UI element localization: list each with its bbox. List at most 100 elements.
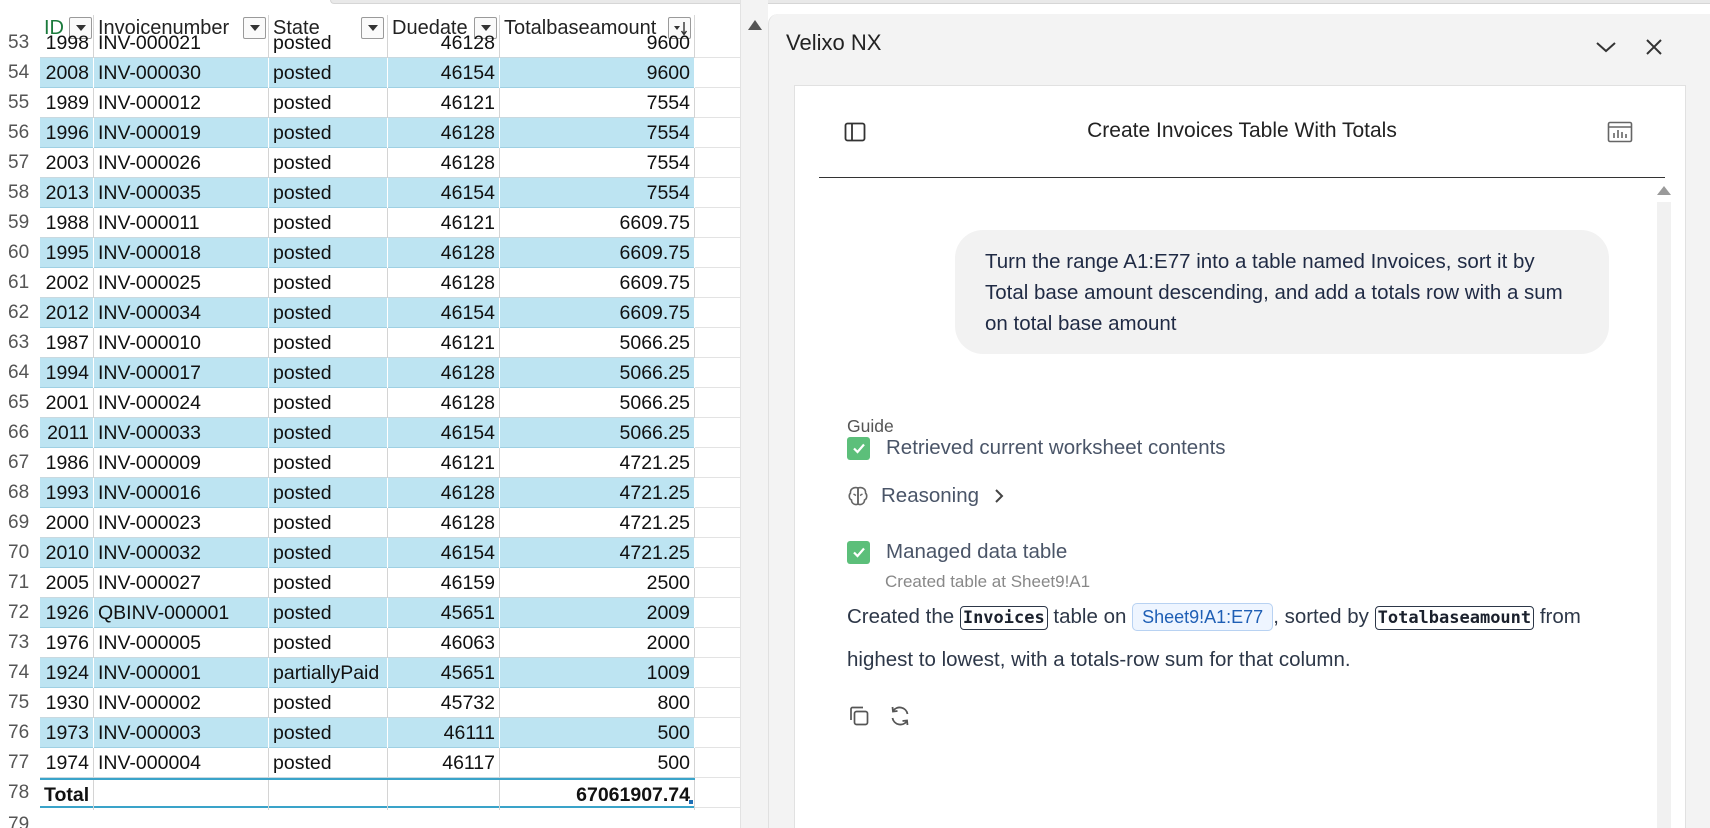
cell-state[interactable]: posted [269,118,388,148]
cell-id[interactable]: 2011 [40,418,94,448]
cell-invoicenumber[interactable]: QBINV-000001 [94,598,269,628]
cell-duedate[interactable]: 46117 [388,748,500,778]
row-number[interactable]: 72 [0,598,40,628]
cell-duedate[interactable] [388,780,500,810]
row-number[interactable]: 57 [0,148,40,178]
range-link-chip[interactable]: Sheet9!A1:E77 [1132,603,1274,631]
empty-cell[interactable] [695,718,740,748]
empty-cell[interactable] [695,358,740,388]
cell-state[interactable]: posted [269,358,388,388]
empty-cell[interactable] [695,478,740,508]
cell-state[interactable]: posted [269,418,388,448]
cell-id[interactable]: 2008 [40,58,94,88]
empty-cell[interactable] [695,748,740,778]
row-number[interactable]: 53 [0,28,40,58]
cell-state[interactable]: posted [269,298,388,328]
sheet-vertical-scrollbar[interactable] [740,0,768,828]
cell-id[interactable]: 1996 [40,118,94,148]
cell-totalbaseamount[interactable]: 5066.25 [500,388,695,418]
cell-duedate[interactable]: 46128 [388,28,500,58]
reasoning-toggle[interactable]: Reasoning [847,484,1005,508]
cell-totalbaseamount[interactable]: 9600 [500,28,695,58]
cell-id[interactable]: 1924 [40,658,94,688]
cell-invoicenumber[interactable]: INV-000011 [94,208,269,238]
cell-duedate[interactable]: 46154 [388,538,500,568]
cell-id[interactable]: 2010 [40,538,94,568]
cell-totalbaseamount[interactable]: 5066.25 [500,358,695,388]
row-number[interactable]: 71 [0,568,40,598]
empty-cell[interactable] [695,238,740,268]
row-number[interactable]: 77 [0,748,40,778]
row-number[interactable]: 62 [0,298,40,328]
empty-cell[interactable] [695,28,740,58]
empty-cell[interactable] [695,58,740,88]
empty-cell[interactable] [695,178,740,208]
empty-cell[interactable] [695,298,740,328]
cell-state[interactable]: posted [269,268,388,298]
cell-id[interactable]: 1976 [40,628,94,658]
cell-invoicenumber[interactable]: INV-000018 [94,238,269,268]
row-number[interactable]: 66 [0,418,40,448]
cell-totalbaseamount[interactable]: 7554 [500,118,695,148]
row-number[interactable]: 75 [0,688,40,718]
empty-cell[interactable] [695,208,740,238]
cell-totalbaseamount[interactable]: 7554 [500,88,695,118]
empty-cell[interactable] [695,88,740,118]
cell-id[interactable]: 1973 [40,718,94,748]
cell-invoicenumber[interactable]: INV-000027 [94,568,269,598]
row-number[interactable]: 58 [0,178,40,208]
cell-state[interactable]: posted [269,448,388,478]
cell-id[interactable]: 2005 [40,568,94,598]
cell-state[interactable]: posted [269,478,388,508]
row-number[interactable]: 70 [0,538,40,568]
cell-invoicenumber[interactable]: INV-000023 [94,508,269,538]
scrollbar-track[interactable] [1657,202,1671,828]
row-number[interactable]: 63 [0,328,40,358]
cell-totalbaseamount[interactable]: 6609.75 [500,268,695,298]
cell-invoicenumber[interactable]: INV-000021 [94,28,269,58]
empty-cell[interactable] [695,688,740,718]
cell-invoicenumber[interactable]: INV-000034 [94,298,269,328]
row-number[interactable]: 78 [0,778,40,808]
cell-invoicenumber[interactable]: INV-000004 [94,748,269,778]
cell-invoicenumber[interactable]: INV-000009 [94,448,269,478]
cell-invoicenumber[interactable]: INV-000003 [94,718,269,748]
empty-cell[interactable] [695,508,740,538]
cell-duedate[interactable]: 46128 [388,358,500,388]
cell-invoicenumber[interactable]: INV-000030 [94,58,269,88]
cell-state[interactable]: posted [269,388,388,418]
row-number[interactable]: 65 [0,388,40,418]
cell-totalbaseamount[interactable]: 2000 [500,628,695,658]
cell-state[interactable]: posted [269,598,388,628]
cell-duedate[interactable]: 46154 [388,178,500,208]
cell-invoicenumber[interactable]: INV-000025 [94,268,269,298]
cell-id[interactable]: 1993 [40,478,94,508]
report-button[interactable] [1607,120,1633,144]
cell-duedate[interactable]: 46154 [388,58,500,88]
sidebar-toggle-button[interactable] [843,120,867,144]
cell-id[interactable]: 2013 [40,178,94,208]
cell-duedate[interactable]: 46159 [388,568,500,598]
cell-totalbaseamount[interactable]: 500 [500,718,695,748]
cell-invoicenumber[interactable]: INV-000002 [94,688,269,718]
cell-state[interactable]: posted [269,58,388,88]
cell-id[interactable]: 1986 [40,448,94,478]
cell-invoicenumber[interactable]: INV-000016 [94,478,269,508]
cell-state[interactable]: posted [269,568,388,598]
regenerate-button[interactable] [888,704,912,728]
cell-totalbaseamount[interactable]: 4721.25 [500,448,695,478]
empty-cell[interactable] [695,268,740,298]
empty-cell[interactable] [695,328,740,358]
cell-id[interactable]: 1988 [40,208,94,238]
totals-label[interactable]: Total [40,780,94,810]
cell-invoicenumber[interactable]: INV-000010 [94,328,269,358]
cell-id[interactable]: 1989 [40,88,94,118]
cell-duedate[interactable]: 46128 [388,508,500,538]
scroll-up-arrow-icon[interactable] [1657,186,1671,195]
cell-duedate[interactable]: 46128 [388,148,500,178]
cell-state[interactable]: posted [269,208,388,238]
chat-scrollbar[interactable] [1657,182,1671,828]
row-number[interactable]: 76 [0,718,40,748]
cell-id[interactable]: 1987 [40,328,94,358]
cell-state[interactable]: posted [269,238,388,268]
